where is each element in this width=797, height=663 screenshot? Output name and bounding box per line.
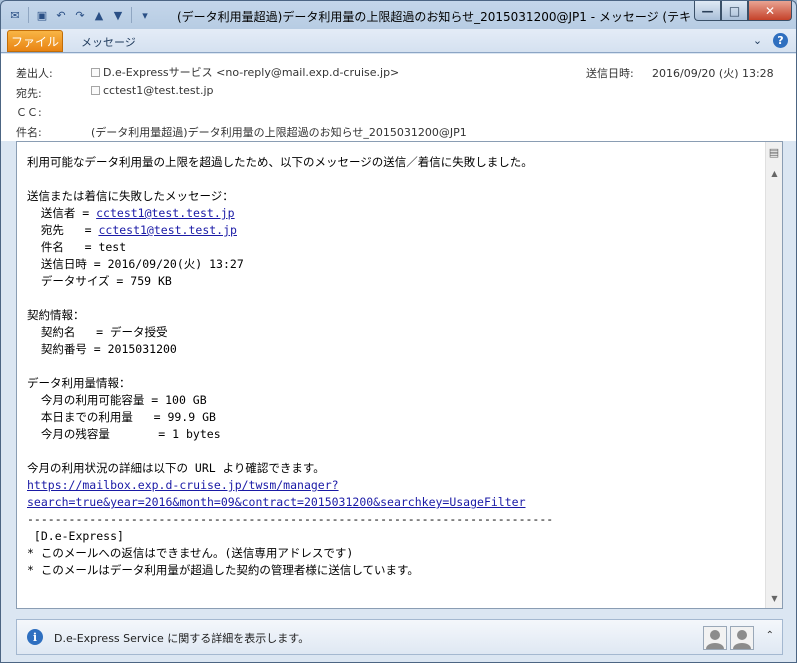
chevron-down-icon[interactable]: ⌄: [750, 33, 765, 48]
from-label: 差出人:: [16, 67, 53, 80]
mail-icon: ✉: [10, 8, 20, 22]
save-icon[interactable]: ▣: [34, 7, 50, 23]
people-pane[interactable]: i D.e-Express Service に関する詳細を表示します。 ⌃: [16, 619, 783, 655]
body-line: 契約情報：: [27, 308, 85, 322]
title-bar: ✉ ▣ ↶ ↷ ▲ ▼ ▾ (データ利用量超過)データ利用量の上限超過のお知らせ…: [1, 1, 796, 29]
to-label: 宛先:: [16, 87, 42, 100]
body-line: 今月の利用可能容量 = 100 GB: [27, 393, 207, 407]
recipient-email-link[interactable]: cctest1@test.test.jp: [98, 223, 236, 237]
tab-file[interactable]: ファイル: [7, 30, 63, 52]
window-title: (データ利用量超過)データ利用量の上限超過のお知らせ_2015031200@JP…: [177, 10, 692, 24]
subject-value: (データ利用量超過)データ利用量の上限超過のお知らせ_2015031200@JP…: [91, 126, 467, 139]
body-line: 今月の利用状況の詳細は以下の URL より確認できます。: [27, 461, 325, 475]
down-arrow-icon[interactable]: ▼: [110, 7, 126, 23]
body-line: 宛先 =: [27, 223, 99, 237]
redo-icon[interactable]: ↷: [72, 7, 88, 23]
body-line: 本日までの利用量 = 99.9 GB: [27, 410, 216, 424]
body-line: データサイズ = 759 KB: [27, 274, 172, 288]
cc-label: ＣＣ:: [16, 106, 42, 119]
quick-access-toolbar: ✉ ▣ ↶ ↷ ▲ ▼ ▾: [1, 1, 153, 29]
tab-message[interactable]: メッセージ: [81, 34, 136, 50]
signature: [D.e-Express]: [27, 529, 124, 543]
body-line: 今月の残容量 = 1 bytes: [27, 427, 221, 441]
usage-url-link-cont[interactable]: search=true&year=2016&month=09&contract=…: [27, 495, 526, 509]
minimize-button[interactable]: —: [694, 1, 721, 21]
body-line: 契約番号 = 2015031200: [27, 342, 177, 356]
contact-icon: [91, 67, 100, 77]
body-line: データ利用量情報：: [27, 376, 131, 390]
people-pane-text: D.e-Express Service に関する詳細を表示します。: [54, 632, 310, 645]
body-line: * このメールはデータ利用量が超過した契約の管理者様に送信しています。: [27, 563, 419, 577]
body-line: 送信日時 = 2016/09/20(火) 13:27: [27, 257, 244, 271]
help-icon[interactable]: ?: [773, 33, 788, 48]
body-line: 件名 = test: [27, 240, 127, 254]
subject-label: 件名:: [16, 126, 42, 139]
customize-qat-icon[interactable]: ▾: [137, 7, 153, 23]
person-icon: [706, 630, 724, 649]
info-icon: i: [27, 629, 43, 645]
sender-email-link[interactable]: cctest1@test.test.jp: [96, 206, 234, 220]
body-line: 契約名 = データ授受: [27, 325, 168, 339]
chevron-up-icon[interactable]: ⌃: [766, 630, 774, 641]
from-field[interactable]: D.e-Expressサービス <no-reply@mail.exp.d-cru…: [91, 64, 399, 80]
up-arrow-icon[interactable]: ▲: [91, 7, 107, 23]
message-body[interactable]: 利用可能なデータ利用量の上限を超過したため、以下のメッセージの送信／着信に失敗し…: [16, 141, 783, 609]
body-line: 利用可能なデータ利用量の上限を超過したため、以下のメッセージの送信／着信に失敗し…: [27, 155, 533, 169]
window-controls: — □ ✕: [694, 1, 792, 21]
sent-label: 送信日時:: [586, 67, 634, 80]
qat-separator-2: [131, 7, 132, 23]
person-icon: [733, 630, 751, 649]
undo-icon[interactable]: ↶: [53, 7, 69, 23]
ribbon-right-controls: ⌄ ?: [750, 33, 788, 48]
message-body-text: 利用可能なデータ利用量の上限を超過したため、以下のメッセージの送信／着信に失敗し…: [27, 154, 757, 579]
to-value: cctest1@test.test.jp: [103, 84, 214, 97]
body-line: * このメールへの返信はできません。(送信専用アドレスです): [27, 546, 354, 560]
from-value: D.e-Expressサービス <no-reply@mail.exp.d-cru…: [103, 66, 400, 79]
vertical-scrollbar[interactable]: ▤ ▲ ▼: [765, 142, 782, 608]
usage-url-link[interactable]: https://mailbox.exp.d-cruise.jp/twsm/man…: [27, 478, 339, 492]
reading-pane-icon[interactable]: ▤: [767, 145, 781, 159]
qat-separator: [28, 7, 29, 23]
ribbon-tabs: ファイル メッセージ ⌄ ?: [1, 29, 796, 53]
message-window: ✉ ▣ ↶ ↷ ▲ ▼ ▾ (データ利用量超過)データ利用量の上限超過のお知らせ…: [0, 0, 797, 663]
scroll-down-arrow-icon[interactable]: ▼: [767, 591, 782, 606]
close-button[interactable]: ✕: [748, 1, 792, 21]
body-line: 送信または着信に失敗したメッセージ：: [27, 189, 234, 203]
to-field[interactable]: cctest1@test.test.jp: [91, 84, 214, 97]
avatar[interactable]: [703, 626, 727, 650]
maximize-button[interactable]: □: [721, 1, 748, 21]
message-header: 差出人: D.e-Expressサービス <no-reply@mail.exp.…: [1, 54, 796, 141]
divider: ----------------------------------------…: [27, 512, 554, 526]
scroll-up-arrow-icon[interactable]: ▲: [767, 166, 782, 181]
avatar[interactable]: [730, 626, 754, 650]
sent-value: 2016/09/20 (火) 13:28: [652, 67, 774, 80]
body-line: 送信者 =: [27, 206, 97, 220]
contact-icon: [91, 86, 100, 95]
